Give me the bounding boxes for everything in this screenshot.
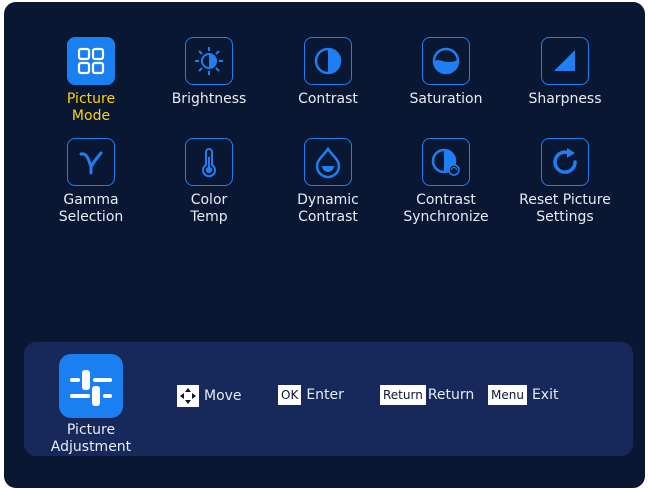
hint-label: Move — [204, 388, 242, 404]
thermometer-icon — [185, 138, 233, 186]
dpad-icon — [177, 385, 199, 407]
reset-icon — [541, 138, 589, 186]
menu-item-contrast[interactable]: Contrast — [268, 37, 388, 108]
contrast-icon — [304, 37, 352, 85]
sun-icon — [185, 37, 233, 85]
menu-item-reset-picture-settings[interactable]: Reset Picture Settings — [505, 138, 625, 226]
menu-item-brightness[interactable]: Brightness — [149, 37, 269, 108]
saturation-icon — [422, 37, 470, 85]
sliders-icon — [59, 354, 123, 418]
menu-item-dynamic-contrast[interactable]: Dynamic Contrast — [268, 138, 388, 226]
menu-item-gamma-selection[interactable]: Gamma Selection — [31, 138, 151, 226]
menu-item-picture-mode[interactable]: Picture Mode — [31, 37, 151, 125]
menu-item-label: Reset Picture Settings — [519, 192, 611, 225]
menu-key: Menu — [488, 385, 527, 405]
menu-item-label: Saturation — [409, 91, 483, 107]
menu-item-label: Sharpness — [528, 91, 602, 107]
hint-label: Exit — [531, 387, 559, 403]
hint-move: Move — [177, 385, 242, 407]
osd-menu: Picture Mode Brightness Contrast Saturat… — [4, 2, 645, 488]
menu-item-contrast-synchronize[interactable]: Contrast Synchronize — [386, 138, 506, 226]
menu-item-saturation[interactable]: Saturation — [386, 37, 506, 108]
gamma-icon — [67, 138, 115, 186]
menu-item-label: Gamma Selection — [58, 192, 124, 225]
hint-return: Return Return — [380, 385, 474, 405]
menu-item-label: Contrast Synchronize — [403, 192, 489, 225]
section-label: Picture Adjustment — [50, 422, 132, 455]
menu-item-label: Contrast — [298, 91, 358, 107]
menu-item-label: Dynamic Contrast — [297, 192, 359, 225]
menu-item-color-temp[interactable]: Color Temp — [149, 138, 269, 226]
footer-panel: Picture Adjustment Move OK Enter Return … — [24, 342, 633, 456]
hint-exit: Menu Exit — [488, 385, 558, 405]
hint-label: Return — [427, 387, 475, 403]
menu-item-sharpness[interactable]: Sharpness — [505, 37, 625, 108]
hint-enter: OK Enter — [278, 385, 344, 405]
menu-item-label: Color Temp — [190, 192, 228, 225]
hint-label: Enter — [306, 387, 344, 403]
ok-key: OK — [278, 385, 302, 405]
menu-item-label: Picture Mode — [66, 91, 116, 124]
sharpness-icon — [541, 37, 589, 85]
return-key: Return — [380, 385, 426, 405]
droplet-icon — [304, 138, 352, 186]
grid-icon — [67, 37, 115, 85]
contrast-sync-icon — [422, 138, 470, 186]
menu-item-label: Brightness — [171, 91, 247, 107]
